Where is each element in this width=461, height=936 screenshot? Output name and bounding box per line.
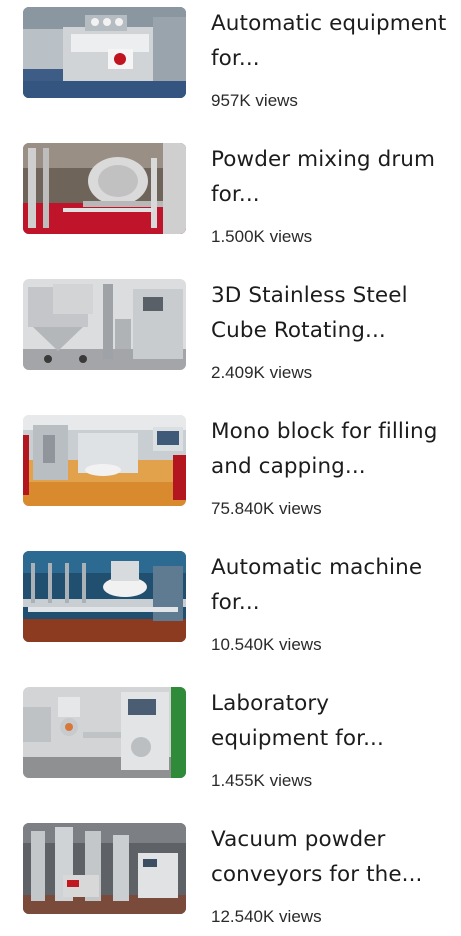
video-title[interactable]: Automatic machine for... [211,550,447,620]
view-count: 1.500K views [211,227,313,246]
view-count: 1.455K views [211,771,313,790]
video-item[interactable]: Vacuum powder conveyors for the... 12.54… [0,816,461,936]
video-item[interactable]: Mono block for filling and capping... 75… [0,408,461,528]
filling-capping-machine-thumbnail [23,415,186,506]
view-count: 12.540K views [211,907,322,926]
video-list: Automatic equipment for... 957K views Po… [0,0,461,927]
video-thumbnail[interactable] [23,143,186,234]
view-count: 2.409K views [211,363,313,382]
bottling-line-thumbnail [23,551,186,642]
video-title[interactable]: Mono block for filling and capping... [211,414,447,484]
video-item[interactable]: Powder mixing drum for... 1.500K views [0,136,461,256]
video-title[interactable]: Laboratory equipment for... [211,686,447,756]
video-thumbnail[interactable] [23,279,186,370]
video-thumbnail[interactable] [23,687,186,778]
video-thumbnail[interactable] [23,7,186,98]
cube-mixer-thumbnail [23,279,186,370]
video-item[interactable]: Laboratory equipment for... 1.455K views [0,680,461,800]
video-item[interactable]: 3D Stainless Steel Cube Rotating... 2.40… [0,272,461,392]
tablet-press-machine-thumbnail [23,7,186,98]
video-title[interactable]: Vacuum powder conveyors for the... [211,822,447,892]
lab-equipment-thumbnail [23,687,186,778]
video-thumbnail[interactable] [23,551,186,642]
video-thumbnail[interactable] [23,823,186,914]
video-item[interactable]: Automatic equipment for... 957K views [0,0,461,120]
view-count: 75.840K views [211,499,322,518]
video-item[interactable]: Automatic machine for... 10.540K views [0,544,461,664]
view-count: 957K views [211,91,298,110]
vacuum-conveyor-thumbnail [23,823,186,914]
video-title[interactable]: Automatic equipment for... [211,6,447,76]
video-title[interactable]: 3D Stainless Steel Cube Rotating... [211,278,447,348]
view-count: 10.540K views [211,635,322,654]
video-title[interactable]: Powder mixing drum for... [211,142,447,212]
video-thumbnail[interactable] [23,415,186,506]
mixing-drum-thumbnail [23,143,186,234]
